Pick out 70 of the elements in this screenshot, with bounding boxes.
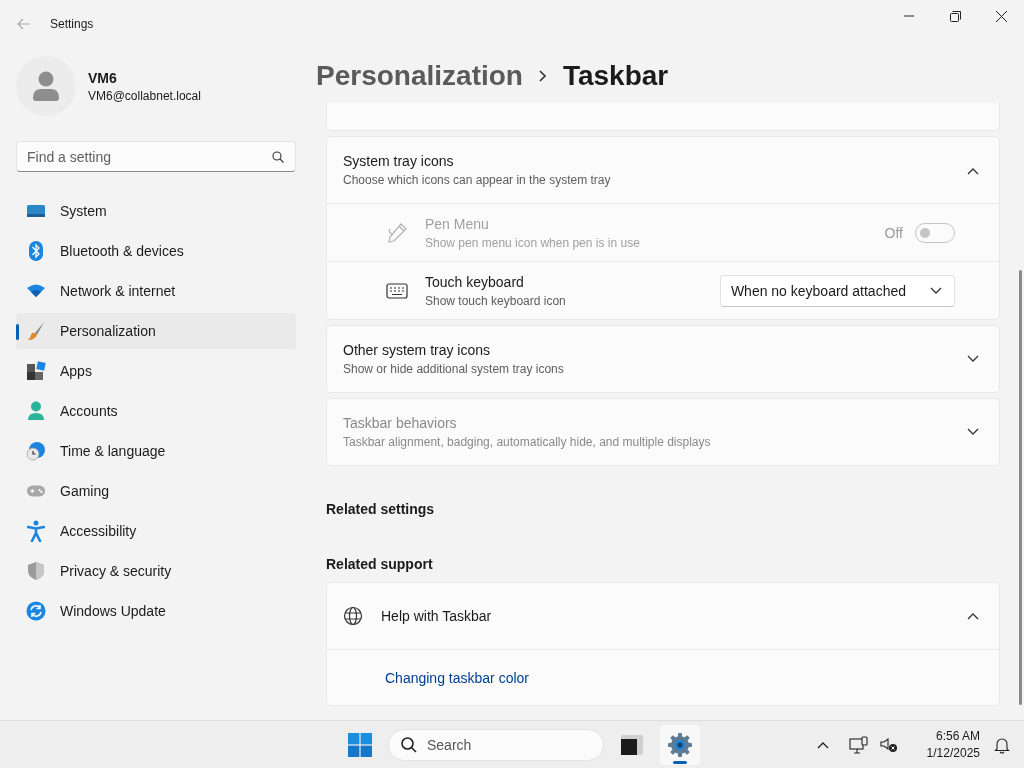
- close-icon: [995, 10, 1007, 22]
- shield-icon: [27, 561, 45, 581]
- nav-item[interactable]: Network & internet: [16, 273, 296, 309]
- settings-card[interactable]: Other system tray icons Show or hide additional system tray icons: [326, 325, 1000, 393]
- card-title: System tray icons: [343, 153, 455, 169]
- chevron-up-icon: [967, 612, 979, 620]
- terminal-icon: [620, 734, 644, 756]
- taskbar-search-field[interactable]: Search: [388, 729, 604, 761]
- apps-icon: [26, 361, 46, 381]
- toggle-state-label: Off: [884, 224, 903, 241]
- windows-logo-icon: [348, 733, 372, 757]
- card-title: Taskbar behaviors: [343, 415, 458, 431]
- minimize-icon: [904, 15, 914, 17]
- network-icon[interactable]: [848, 735, 869, 754]
- paintbrush-icon: [26, 321, 46, 341]
- chevron-down-icon: [930, 286, 942, 295]
- section-heading: Related support: [326, 556, 434, 572]
- account-name: VM6: [88, 69, 118, 86]
- breadcrumb-parent[interactable]: Personalization: [316, 59, 523, 92]
- account-email: VM6@collabnet.local: [88, 88, 201, 103]
- clock[interactable]: 6:56 AM 1/12/2025: [926, 729, 980, 760]
- gear-icon: [667, 732, 693, 758]
- bluetooth-icon: [28, 240, 44, 262]
- speaker-muted-icon[interactable]: [878, 735, 899, 754]
- pen-icon: [386, 221, 408, 244]
- page-title: Taskbar: [562, 59, 669, 92]
- gamepad-icon: [26, 484, 46, 498]
- chevron-down-icon: [967, 428, 979, 436]
- chevron-up-icon: [967, 167, 979, 175]
- nav-item[interactable]: Accounts: [16, 393, 296, 429]
- card-title: Help with Taskbar: [381, 608, 493, 624]
- restore-icon: [949, 10, 961, 22]
- nav-item[interactable]: Apps: [16, 353, 296, 389]
- nav-item[interactable]: Privacy & security: [16, 553, 296, 589]
- nav-item[interactable]: Personalization: [16, 313, 296, 349]
- dropdown[interactable]: When no keyboard attached: [719, 274, 955, 307]
- sync-icon: [26, 601, 46, 621]
- find-setting-field[interactable]: Find a setting: [16, 141, 296, 172]
- setting-description: Show touch keyboard icon: [425, 293, 567, 308]
- monitor-icon: [26, 203, 46, 219]
- bell-icon[interactable]: [994, 735, 1010, 754]
- chevron-up-icon[interactable]: [816, 740, 829, 749]
- search-icon: [272, 151, 284, 163]
- nav-item[interactable]: System: [16, 193, 296, 229]
- card-subtitle: Show or hide additional system tray icons: [343, 362, 565, 376]
- person-silhouette-icon: [32, 71, 60, 101]
- chevron-right-icon: [538, 69, 547, 82]
- accessibility-icon: [27, 520, 45, 542]
- search-icon: [401, 737, 417, 753]
- scrollbar[interactable]: [1019, 270, 1022, 705]
- setting-description: Show pen menu icon when pen is in use: [425, 235, 641, 250]
- card-subtitle: Choose which icons can appear in the system tray: [343, 173, 612, 187]
- chevron-down-icon: [967, 355, 979, 363]
- card-title: Other system tray icons: [343, 342, 492, 358]
- keyboard-icon: [386, 282, 408, 299]
- nav-item[interactable]: Windows Update: [16, 593, 296, 629]
- nav-item[interactable]: Gaming: [16, 473, 296, 509]
- section-heading: Related settings: [326, 501, 436, 517]
- card-subtitle: Taskbar alignment, badging, automatically hide, and multiple displays: [343, 435, 712, 449]
- nav-item[interactable]: Bluetooth & devices: [16, 233, 296, 269]
- globe-clock-icon: [26, 441, 46, 461]
- person-icon: [27, 401, 45, 421]
- nav-item[interactable]: Time & language: [16, 433, 296, 469]
- wifi-icon: [26, 283, 46, 299]
- globe-icon: [343, 606, 363, 626]
- nav-item[interactable]: Accessibility: [16, 513, 296, 549]
- setting-title: Pen Menu: [425, 215, 490, 232]
- window-title: Settings: [50, 17, 94, 31]
- setting-title: Touch keyboard: [425, 273, 525, 290]
- help-link[interactable]: Changing taskbar color: [385, 669, 529, 686]
